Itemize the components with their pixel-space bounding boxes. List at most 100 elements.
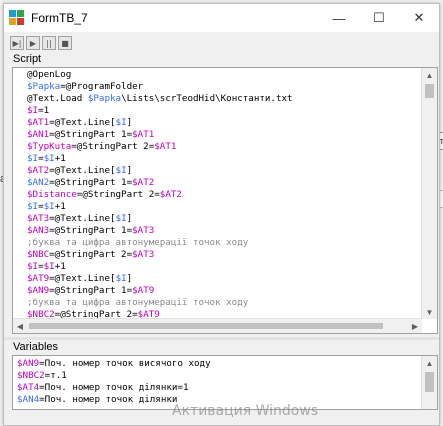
- run-button[interactable]: ▶: [26, 36, 40, 50]
- code-variable: $I: [115, 165, 127, 176]
- code-text: @Text.Load: [27, 93, 88, 104]
- toolbar: ▶| ▶ || ■: [10, 36, 439, 53]
- code-variable: $I: [27, 153, 39, 164]
- code-text: =Поч. номер точок висячого ходу: [39, 358, 211, 369]
- code-variable: $I: [115, 117, 127, 128]
- code-text: ]: [126, 117, 133, 128]
- scroll-down-arrow-icon[interactable]: ▼: [422, 305, 437, 319]
- window-title: FormTB_7: [31, 11, 88, 25]
- code-text: =Поч. номер точок ділянки=1: [39, 382, 189, 393]
- script-line[interactable]: $TypKuta=@StringPart 2=$AT1: [27, 141, 421, 153]
- code-text: =@Text.Line[: [49, 117, 116, 128]
- code-variable: $I: [27, 201, 39, 212]
- code-text: =@Text.Line[: [49, 273, 116, 284]
- variables-vertical-scrollbar[interactable]: ▲: [421, 356, 437, 409]
- run-to-end-button[interactable]: ▶|: [10, 36, 24, 50]
- title-bar[interactable]: FormTB_7 — ☐ ✕: [4, 4, 439, 32]
- code-text: =@StringPart 1=: [49, 285, 133, 296]
- variable-line[interactable]: $NBC2=т.1: [17, 370, 421, 382]
- code-variable: $I: [27, 105, 39, 116]
- code-text: =@Text.Line[: [49, 165, 116, 176]
- script-line[interactable]: $AT3=@Text.Line[$I]: [27, 213, 421, 225]
- code-text: +1: [54, 261, 66, 272]
- app-window: FormTB_7 — ☐ ✕ ▶| ▶ || ■ Script @OpenLog…: [3, 3, 440, 426]
- code-variable: $I: [115, 213, 127, 224]
- minimize-button[interactable]: —: [319, 4, 359, 32]
- code-variable: $AT3: [132, 225, 155, 236]
- script-line[interactable]: @Text.Load $Papka\Lists\scrTeodHid\Конст…: [27, 93, 421, 105]
- code-variable: $AT3: [27, 213, 50, 224]
- pause-button[interactable]: ||: [42, 36, 56, 50]
- app-icon: [9, 10, 25, 26]
- pane-splitter[interactable]: [4, 337, 439, 340]
- script-line[interactable]: $AT9=@Text.Line[$I]: [27, 273, 421, 285]
- code-variable: $AN9: [27, 285, 50, 296]
- code-text: +1: [54, 201, 66, 212]
- code-text: =@Text.Line[: [49, 213, 116, 224]
- code-variable: $AT1: [132, 129, 155, 140]
- code-variable: $AT1: [27, 117, 50, 128]
- code-variable: $AT1: [154, 141, 177, 152]
- script-horizontal-scrollbar[interactable]: ◀ ▶: [13, 318, 422, 333]
- code-text: =@StringPart 1=: [49, 177, 133, 188]
- code-comment: ;буква та цифра автонумерації точок ходу: [27, 297, 249, 308]
- code-variable: $AT4: [17, 382, 40, 393]
- scroll-up-arrow-icon[interactable]: ▲: [422, 68, 437, 82]
- code-variable: $AN4: [17, 394, 40, 405]
- script-line[interactable]: $Papka=@ProgramFolder: [27, 81, 421, 93]
- maximize-button[interactable]: ☐: [359, 4, 399, 32]
- script-line[interactable]: $AN2=@StringPart 1=$AT2: [27, 177, 421, 189]
- code-text: ]: [126, 213, 133, 224]
- code-text: @OpenLog: [27, 69, 72, 80]
- script-vertical-scrollbar[interactable]: ▲ ▼: [421, 68, 437, 319]
- code-variable: $NBC: [27, 249, 50, 260]
- code-variable: $AT9: [132, 285, 155, 296]
- script-line[interactable]: ;буква та цифра автонумерації точок ходу: [27, 297, 421, 309]
- script-line[interactable]: $NBC=@StringPart 2=$AT3: [27, 249, 421, 261]
- code-text: \Lists\scrTeodHid\Константи.txt: [121, 93, 293, 104]
- script-line[interactable]: $I=$I+1: [27, 261, 421, 273]
- code-variable: $NBC2: [17, 370, 45, 381]
- code-text: +1: [54, 153, 66, 164]
- scroll-right-arrow-icon[interactable]: ▶: [408, 319, 422, 333]
- script-line[interactable]: $I=$I+1: [27, 201, 421, 213]
- scroll-left-arrow-icon[interactable]: ◀: [13, 319, 27, 333]
- code-variable: $AT2: [132, 177, 155, 188]
- script-line[interactable]: $AN3=@StringPart 1=$AT3: [27, 225, 421, 237]
- variables-panel[interactable]: $AN9=Поч. номер точок висячого ходу $NBC2…: [12, 355, 438, 410]
- code-variable: $AN1: [27, 129, 50, 140]
- code-variable: $AN9: [17, 358, 40, 369]
- script-line[interactable]: $AN9=@StringPart 1=$AT9: [27, 285, 421, 297]
- script-line[interactable]: $AT1=@Text.Line[$I]: [27, 117, 421, 129]
- code-text: =@StringPart 1=: [49, 225, 133, 236]
- scroll-thumb[interactable]: [425, 84, 434, 98]
- code-text: =т.1: [44, 370, 67, 381]
- windows-activation-watermark: Активация Windows: [172, 403, 319, 419]
- code-variable: $TypKuta: [27, 141, 72, 152]
- script-line[interactable]: $Distance=@StringPart 2=$AT2: [27, 189, 421, 201]
- code-variable: $Distance: [27, 189, 77, 200]
- close-button[interactable]: ✕: [399, 4, 439, 32]
- scroll-thumb[interactable]: [425, 372, 434, 392]
- script-editor[interactable]: @OpenLog $Papka=@ProgramFolder @Text.Load …: [12, 67, 438, 334]
- code-variable: $I: [43, 261, 55, 272]
- code-comment: ;буква та цифра автонумерації точок ходу: [27, 237, 249, 248]
- variables-list[interactable]: $AN9=Поч. номер точок висячого ходу $NBC2…: [17, 358, 421, 409]
- scroll-up-arrow-icon[interactable]: ▲: [422, 356, 437, 370]
- variable-line[interactable]: $AN9=Поч. номер точок висячого ходу: [17, 358, 421, 370]
- script-line[interactable]: $I=1: [27, 105, 421, 117]
- variable-line[interactable]: $AT4=Поч. номер точок ділянки=1: [17, 382, 421, 394]
- script-code-area[interactable]: @OpenLog $Papka=@ProgramFolder @Text.Load …: [27, 69, 421, 319]
- script-line[interactable]: @OpenLog: [27, 69, 421, 81]
- script-line[interactable]: $AN1=@StringPart 1=$AT1: [27, 129, 421, 141]
- code-text: =Поч. номер точок ділянки: [39, 394, 178, 405]
- script-line[interactable]: $AT2=@Text.Line[$I]: [27, 165, 421, 177]
- script-line[interactable]: ;буква та цифра автонумерації точок ходу: [27, 237, 421, 249]
- code-variable: $Papka: [87, 93, 122, 104]
- scroll-thumb-horizontal[interactable]: [29, 323, 383, 329]
- code-variable: $AT9: [27, 273, 50, 284]
- script-line[interactable]: $I=$I+1: [27, 153, 421, 165]
- stop-button[interactable]: ■: [58, 36, 72, 50]
- code-text: ]: [126, 273, 133, 284]
- window-controls: — ☐ ✕: [319, 4, 439, 32]
